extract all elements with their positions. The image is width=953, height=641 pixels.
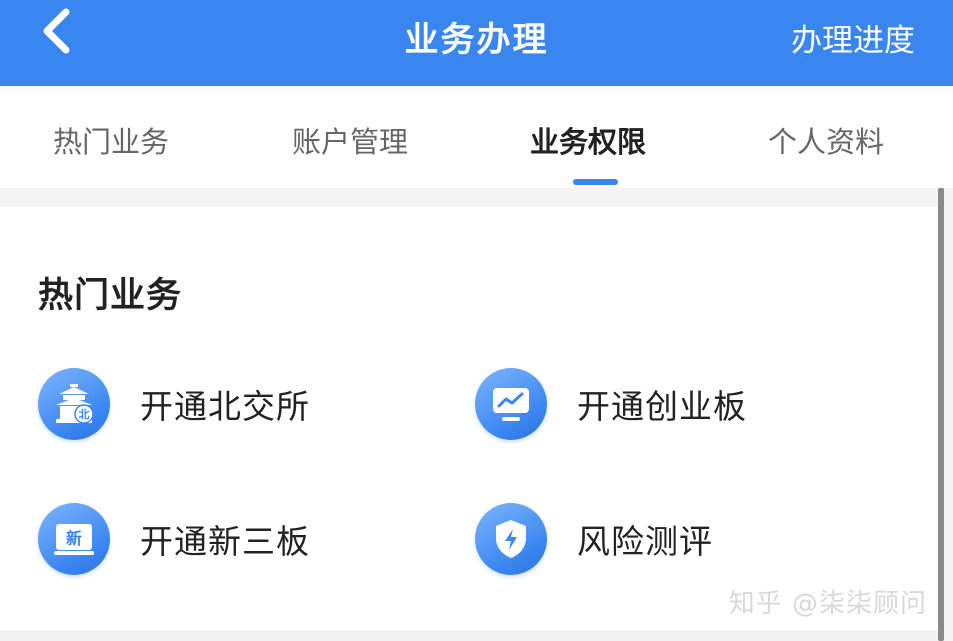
app-window: 业务办理 办理进度 热门业务 账户管理 业务权限 个人资料 热门业务 北 开通北… [0, 0, 953, 641]
service-label: 开通北交所 [140, 387, 310, 426]
service-open-neeq[interactable]: 新 开通新三板 [38, 503, 310, 575]
header-bar: 业务办理 办理进度 [0, 0, 953, 86]
tab-bar: 热门业务 账户管理 业务权限 个人资料 [0, 86, 953, 188]
scrollbar[interactable] [938, 188, 944, 641]
service-risk-assessment[interactable]: 风险测评 [475, 503, 713, 575]
shield-lightning-icon [475, 503, 547, 575]
tab-hot-business[interactable]: 热门业务 [53, 119, 169, 161]
active-tab-indicator [573, 179, 618, 185]
watermark: 知乎 @柒柒顾问 [728, 589, 927, 619]
svg-text:北: 北 [79, 407, 90, 421]
tab-account-management[interactable]: 账户管理 [292, 119, 408, 161]
service-open-bse[interactable]: 北 开通北交所 [38, 368, 310, 440]
tab-personal-info[interactable]: 个人资料 [768, 119, 884, 161]
bottom-divider [0, 631, 938, 641]
progress-link[interactable]: 办理进度 [791, 15, 915, 60]
section-title: 热门业务 [38, 276, 183, 316]
monitor-chart-icon [475, 368, 547, 440]
svg-text:新: 新 [66, 529, 82, 548]
tab-business-permissions[interactable]: 业务权限 [530, 119, 646, 161]
service-label: 开通新三板 [140, 522, 310, 561]
temple-bei-icon: 北 [38, 368, 110, 440]
hot-business-section: 热门业务 北 开通北交所 开通创业板 新 开通新三板 风险测评 [0, 207, 938, 631]
screen-xin-icon: 新 [38, 503, 110, 575]
service-open-chinext[interactable]: 开通创业板 [475, 368, 747, 440]
service-label: 风险测评 [577, 522, 713, 561]
service-label: 开通创业板 [577, 387, 747, 426]
